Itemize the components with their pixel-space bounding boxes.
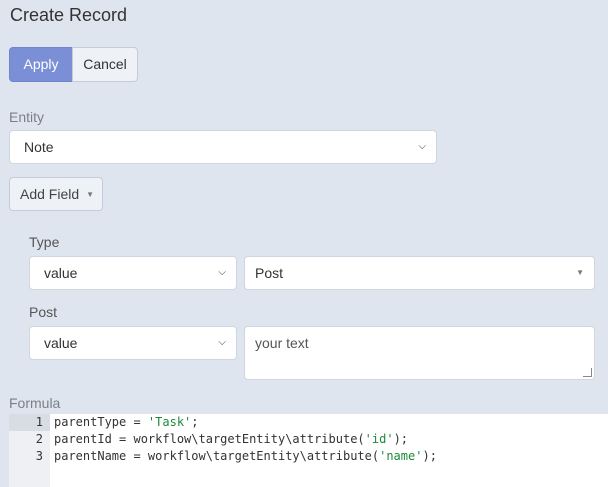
add-field-button[interactable]: Add Field ▼ [9, 177, 103, 211]
formula-editor[interactable]: 1 2 3 parentType = 'Task'; parentId = wo… [9, 414, 608, 487]
code-string: 'Task' [147, 415, 192, 429]
post-text-input[interactable]: your text [244, 326, 595, 380]
code-text: parentName = workflow\targetEntity\attri… [54, 449, 380, 463]
entity-select[interactable]: Note ⌵ [9, 130, 437, 164]
caret-down-icon: ▼ [86, 190, 94, 199]
resize-grip-icon[interactable] [583, 368, 592, 377]
code-text: ); [422, 449, 437, 463]
apply-button[interactable]: Apply [9, 47, 73, 82]
caret-down-icon: ▼ [576, 268, 584, 277]
type-value: Post [255, 265, 284, 281]
type-mode-value: value [44, 265, 78, 281]
line-number: 3 [35, 449, 43, 463]
entity-select-value: Note [24, 139, 54, 155]
add-field-label: Add Field [20, 186, 80, 202]
post-label: Post [29, 304, 58, 320]
code-text: ; [191, 415, 199, 429]
type-value-select[interactable]: Post ▼ [244, 256, 595, 290]
line-number: 2 [35, 432, 43, 446]
code-line[interactable]: parentType = 'Task'; [54, 414, 437, 431]
code-string: 'name' [379, 449, 423, 463]
type-mode-select[interactable]: value ⌵ [29, 256, 237, 290]
code-line[interactable]: parentId = workflow\targetEntity\attribu… [54, 431, 437, 448]
cancel-button[interactable]: Cancel [72, 47, 138, 82]
post-mode-value: value [44, 335, 78, 351]
code-text: parentType = [54, 415, 148, 429]
code-text: parentId = workflow\targetEntity\attribu… [54, 432, 365, 446]
code-string: 'id' [364, 432, 394, 446]
post-mode-select[interactable]: value ⌵ [29, 326, 237, 360]
type-label: Type [29, 234, 60, 250]
post-text-placeholder: your text [255, 335, 309, 351]
code-line[interactable]: parentName = workflow\targetEntity\attri… [54, 448, 437, 465]
chevron-down-icon: ⌵ [418, 141, 426, 152]
code-lines[interactable]: parentType = 'Task'; parentId = workflow… [54, 414, 437, 465]
chevron-down-icon: ⌵ [218, 267, 226, 278]
page-title: Create Record [10, 5, 128, 25]
line-number-gutter: 1 2 3 [9, 414, 50, 487]
line-number: 1 [9, 414, 50, 431]
formula-label: Formula [9, 395, 61, 411]
chevron-down-icon: ⌵ [218, 337, 226, 348]
entity-label: Entity [9, 109, 45, 125]
code-text: ); [393, 432, 409, 446]
